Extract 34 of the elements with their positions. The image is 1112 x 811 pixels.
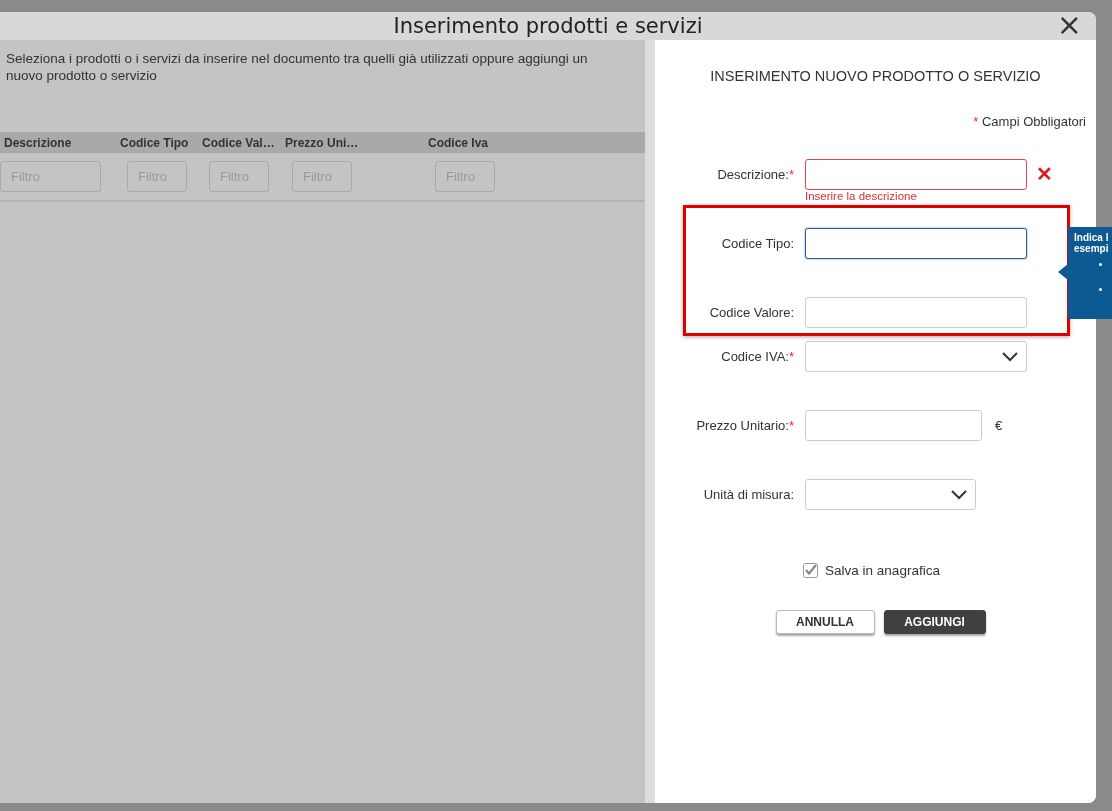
required-note: * Campi Obbligatori	[972, 114, 1087, 129]
error-icon: ✕	[1036, 159, 1053, 190]
close-button[interactable]: ×	[1054, 12, 1084, 38]
panel-splitter[interactable]	[645, 40, 655, 803]
field-label: Prezzo Unitario:*	[695, 417, 795, 435]
dialog-title: Inserimento prodotti e servizi	[393, 14, 703, 38]
bullet-icon	[1099, 263, 1102, 266]
input-field[interactable]	[805, 159, 1027, 190]
error-message: Inserire la descrizione	[805, 190, 917, 202]
column-header[interactable]: Codice Tipo	[117, 135, 200, 150]
field-label: Codice IVA:*	[720, 348, 795, 366]
column-header[interactable]: Descrizione	[0, 135, 117, 150]
unit-label: €	[995, 417, 1003, 435]
checkbox-icon	[803, 563, 819, 578]
field-label: Unità di misura:	[702, 486, 795, 504]
select-field[interactable]	[805, 341, 1027, 372]
chevron-down-icon	[1002, 351, 1018, 362]
select-field[interactable]	[805, 479, 976, 510]
column-header[interactable]: Codice Val…	[200, 135, 283, 150]
chevron-down-icon	[951, 489, 967, 500]
field-label: Codice Valore:	[708, 304, 795, 322]
save-checkbox[interactable]: Salva in anagrafica	[803, 563, 940, 578]
form-title: INSERIMENTO NUOVO PRODOTTO O SERVIZIO	[709, 68, 1042, 84]
cancel-button[interactable]: ANNULLA	[775, 610, 875, 634]
input-field[interactable]	[805, 228, 1027, 259]
column-header[interactable]: Codice Iva	[425, 135, 525, 150]
tooltip-text: esempi	[1074, 243, 1110, 254]
field-label: Descrizione:*	[716, 166, 795, 184]
intro-text: Seleziona i prodotti o i servizi da inserire nel documento tra quelli già utilizzati oppure aggiungi un nuovo prodotto o servizio	[5, 50, 589, 85]
column-header[interactable]: Prezzo Uni…	[283, 135, 425, 150]
bullet-icon	[1099, 288, 1102, 291]
tooltip-text: Indica l	[1074, 232, 1110, 243]
add-button[interactable]: AGGIUNGI	[883, 610, 986, 634]
field-label: Codice Tipo:	[720, 235, 795, 253]
